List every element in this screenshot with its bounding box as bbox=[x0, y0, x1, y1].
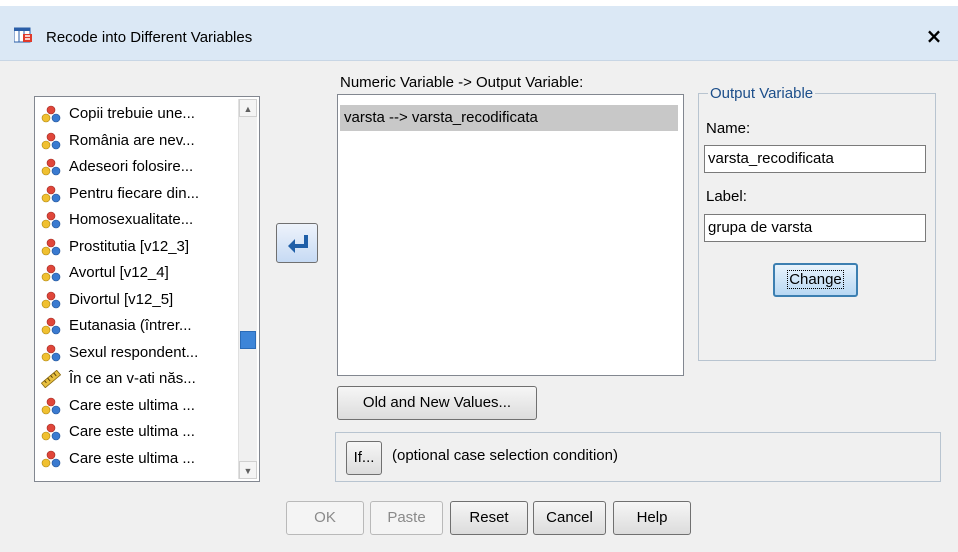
nominal-variable-icon bbox=[41, 264, 61, 282]
list-item[interactable]: În ce an v-ati năs... bbox=[39, 367, 229, 391]
scroll-down-arrow-icon[interactable]: ▼ bbox=[239, 461, 257, 479]
list-item-label: Care este ultima ... bbox=[69, 449, 195, 467]
list-item[interactable]: Care este ultima ... bbox=[39, 447, 229, 471]
name-label: Name: bbox=[706, 120, 751, 137]
window-title: Recode into Different Variables bbox=[46, 29, 253, 46]
list-item[interactable]: Avortul [v12_4] bbox=[39, 261, 229, 285]
scroll-thumb[interactable] bbox=[240, 331, 256, 349]
list-item[interactable]: Care este ultima ... bbox=[39, 420, 229, 444]
name-input[interactable]: varsta_recodificata bbox=[704, 145, 926, 173]
ok-button[interactable]: OK bbox=[286, 501, 364, 535]
label-label: Label: bbox=[706, 188, 747, 205]
nominal-variable-icon bbox=[41, 211, 61, 229]
list-item[interactable]: Prostitutia [v12_3] bbox=[39, 235, 229, 259]
list-item-label: În ce an v-ati năs... bbox=[69, 370, 196, 387]
list-item[interactable]: Sexul respondent... bbox=[39, 341, 229, 365]
nominal-variable-icon bbox=[41, 344, 61, 362]
list-item-label: Adeseori folosire... bbox=[69, 158, 194, 175]
source-list-scrollbar[interactable]: ▲ ▼ bbox=[238, 99, 257, 479]
nominal-variable-icon bbox=[41, 185, 61, 203]
list-item[interactable]: Adeseori folosire... bbox=[39, 155, 229, 179]
numeric-variable-label: Numeric Variable -> Output Variable: bbox=[340, 74, 584, 91]
move-variable-button[interactable] bbox=[276, 223, 318, 263]
if-condition-description: (optional case selection condition) bbox=[392, 447, 618, 464]
list-item[interactable]: Divortul [v12_5] bbox=[39, 288, 229, 312]
list-item-label: Homosexualitate... bbox=[69, 211, 194, 228]
label-input[interactable]: grupa de varsta bbox=[704, 214, 926, 242]
list-item-label: Divortul [v12_5] bbox=[69, 290, 174, 308]
list-item-label: România are nev... bbox=[69, 131, 195, 149]
list-item[interactable]: Copii trebuie une... bbox=[39, 102, 229, 126]
help-button[interactable]: Help bbox=[613, 501, 691, 535]
recode-app-icon bbox=[13, 26, 34, 44]
list-item[interactable]: varsta --> varsta_recodificata bbox=[340, 105, 678, 131]
list-item[interactable]: România are nev... bbox=[39, 129, 229, 153]
close-icon[interactable]: × bbox=[922, 24, 946, 48]
list-item-label: Eutanasia (întrer... bbox=[69, 317, 192, 334]
list-item[interactable]: Care este ultima ... bbox=[39, 394, 229, 418]
cancel-button[interactable]: Cancel bbox=[533, 501, 606, 535]
nominal-variable-icon bbox=[41, 158, 61, 176]
move-arrow-icon bbox=[277, 235, 317, 266]
scroll-up-arrow-icon[interactable]: ▲ bbox=[239, 99, 257, 117]
nominal-variable-icon bbox=[41, 423, 61, 441]
change-button[interactable]: Change bbox=[773, 263, 858, 297]
nominal-variable-icon bbox=[41, 317, 61, 335]
scale-variable-icon bbox=[40, 369, 62, 389]
nominal-variable-icon bbox=[41, 397, 61, 415]
old-and-new-values-button[interactable]: Old and New Values... bbox=[337, 386, 537, 420]
output-variable-group-title: Output Variable bbox=[708, 85, 816, 102]
list-item[interactable]: Pentru fiecare din... bbox=[39, 182, 229, 206]
nominal-variable-icon bbox=[41, 132, 61, 150]
list-item-label: Care este ultima ... bbox=[69, 423, 195, 440]
if-button[interactable]: If... bbox=[346, 441, 382, 475]
list-item-label: Copii trebuie une... bbox=[69, 105, 195, 122]
source-variable-list[interactable]: ▲ ▼ Copii trebuie une... România are nev.… bbox=[34, 96, 260, 482]
change-button-label: Change bbox=[787, 270, 844, 289]
list-item-label: Sexul respondent... bbox=[69, 343, 199, 361]
reset-button[interactable]: Reset bbox=[450, 501, 528, 535]
nominal-variable-icon bbox=[41, 238, 61, 256]
nominal-variable-icon bbox=[41, 291, 61, 309]
nominal-variable-icon bbox=[41, 450, 61, 468]
top-edge bbox=[0, 0, 958, 6]
numeric-variable-list[interactable]: varsta --> varsta_recodificata bbox=[337, 94, 684, 376]
list-item-label: Pentru fiecare din... bbox=[69, 184, 200, 202]
paste-button[interactable]: Paste bbox=[370, 501, 443, 535]
list-item-label: Avortul [v12_4] bbox=[69, 264, 169, 281]
list-item-label: Care este ultima ... bbox=[69, 396, 195, 414]
list-item[interactable]: Homosexualitate... bbox=[39, 208, 229, 232]
list-item[interactable]: Eutanasia (întrer... bbox=[39, 314, 229, 338]
list-item-label: Prostitutia [v12_3] bbox=[69, 237, 190, 255]
nominal-variable-icon bbox=[41, 105, 61, 123]
